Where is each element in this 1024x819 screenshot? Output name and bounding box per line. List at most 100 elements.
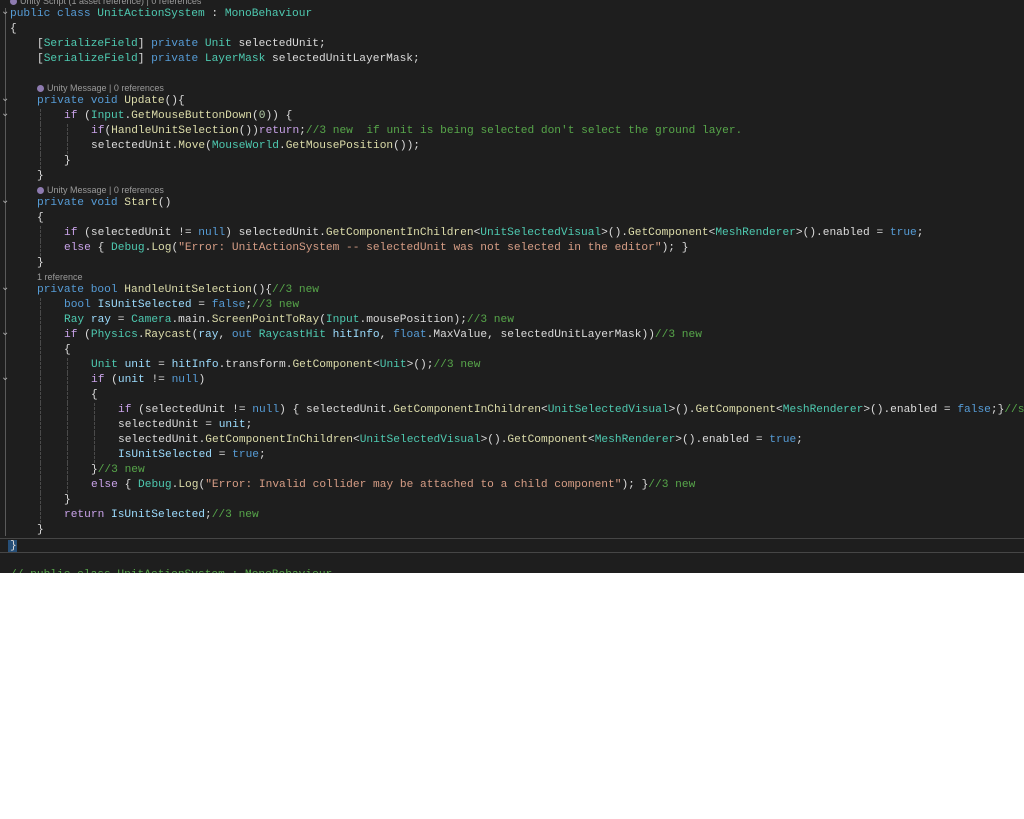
code-token: //3 new if unit is being selected don't … [305, 125, 743, 137]
code-token: >().enabled = [795, 227, 890, 239]
codelens[interactable]: Unity Message | 0 references [0, 82, 1024, 94]
code-text: public class UnitActionSystem : MonoBeha… [10, 7, 312, 22]
current-code-line[interactable]: } [0, 538, 1024, 553]
code-line[interactable] [0, 67, 1024, 82]
code-line[interactable]: { [0, 343, 1024, 358]
code-token: >(); [406, 359, 434, 371]
code-token: selectedUnit. [118, 434, 206, 446]
code-line[interactable]: ⌄ private void Start() [0, 193, 1024, 211]
codelens-label[interactable]: Unity Message | 0 references [47, 185, 164, 195]
code-token: MouseWorld [211, 140, 279, 152]
code-token: ()); [393, 140, 420, 152]
code-token: >(). [668, 404, 696, 416]
code-token: float [393, 329, 427, 341]
code-token: { [90, 242, 112, 254]
code-token: { [91, 389, 98, 401]
code-line[interactable]: }//3 new [0, 463, 1024, 478]
code-line[interactable]: ⌄ if (unit != null) [0, 370, 1024, 388]
code-line[interactable]: if (selectedUnit != null) selectedUnit.G… [0, 226, 1024, 241]
code-text: if(HandleUnitSelection())return;//3 new … [91, 124, 742, 139]
indent-guide [40, 448, 41, 463]
code-line[interactable]: [SerializeField] private Unit selectedUn… [0, 37, 1024, 52]
code-line[interactable]: ⌄ if (Physics.Raycast(ray, out RaycastHit… [0, 325, 1024, 343]
code-token: [ [37, 38, 44, 50]
code-line[interactable]: IsUnitSelected = true; [0, 448, 1024, 463]
code-line[interactable]: { [0, 211, 1024, 226]
codelens-label[interactable]: Unity Message | 0 references [47, 83, 164, 93]
code-token: if [64, 227, 78, 239]
code-line[interactable]: } [0, 256, 1024, 271]
code-token: ; [245, 419, 253, 431]
code-token: Debug [111, 242, 145, 254]
code-line[interactable]: [SerializeField] private LayerMask selec… [0, 52, 1024, 67]
code-text: else { Debug.Log("Error: Invalid collide… [91, 478, 695, 493]
fold-chevron-icon[interactable]: ⌄ [1, 370, 9, 385]
code-text: selectedUnit = unit; [118, 418, 252, 433]
indent-guide [94, 403, 95, 418]
code-token: ray [90, 314, 112, 326]
code-text: private void Start() [37, 196, 171, 211]
code-line[interactable]: bool IsUnitSelected = false;//3 new [0, 298, 1024, 313]
codelens[interactable]: Unity Message | 0 references [0, 184, 1024, 196]
code-line[interactable] [0, 553, 1024, 568]
codelens[interactable]: 1 reference [0, 271, 1024, 283]
code-text: } [37, 169, 44, 184]
fold-chevron-icon[interactable]: ⌄ [1, 280, 9, 295]
indent-guide [40, 109, 41, 124]
code-editor[interactable]: Unity Script (1 asset reference) | 0 ref… [0, 0, 1024, 573]
code-line[interactable]: } [0, 154, 1024, 169]
code-token: : [204, 8, 225, 20]
code-text: } [37, 523, 44, 538]
indent-guide [40, 403, 41, 418]
code-line[interactable]: selectedUnit = unit; [0, 418, 1024, 433]
code-token: SerializeField [43, 53, 138, 65]
fold-chevron-icon[interactable]: ⌄ [1, 106, 9, 121]
codelens-label[interactable]: 1 reference [37, 272, 83, 282]
code-token: "Error: UnitActionSystem -- selectedUnit… [178, 242, 662, 254]
code-line[interactable]: if(HandleUnitSelection())return;//3 new … [0, 124, 1024, 139]
fold-chevron-icon[interactable]: ⌄ [1, 193, 9, 208]
code-token: MeshRenderer [715, 227, 796, 239]
code-text: { [37, 211, 44, 226]
code-line[interactable]: selectedUnit.Move(MouseWorld.GetMousePos… [0, 139, 1024, 154]
code-line[interactable]: ⌄ public class UnitActionSystem : MonoBeh… [0, 4, 1024, 22]
code-token: GetComponent [507, 434, 588, 446]
indent-guide [94, 418, 95, 433]
code-token: GetMouseButtonDown [131, 110, 253, 122]
code-line[interactable]: ⌄ private void Update(){ [0, 91, 1024, 109]
code-line[interactable]: } [0, 169, 1024, 184]
codelens[interactable]: Unity Script (1 asset reference) | 0 ref… [0, 0, 1024, 7]
code-token: selectedUnit. [91, 140, 179, 152]
code-line[interactable]: ⌄ if (Input.GetMouseButtonDown(0)) { [0, 106, 1024, 124]
code-token: } [64, 155, 71, 167]
code-line[interactable]: selectedUnit.GetComponentInChildren<Unit… [0, 433, 1024, 448]
fold-chevron-icon[interactable]: ⌄ [1, 325, 9, 340]
code-line[interactable]: { [0, 22, 1024, 37]
code-line[interactable]: } [0, 523, 1024, 538]
indent-guide [67, 139, 68, 154]
fold-chevron-icon[interactable]: ⌄ [1, 4, 9, 19]
code-token: unit [117, 374, 145, 386]
code-token: class [57, 8, 98, 20]
code-line[interactable]: { [0, 388, 1024, 403]
indent-guide [40, 226, 41, 241]
code-token: GetComponent [695, 404, 777, 416]
code-token: bool [64, 299, 98, 311]
code-line[interactable]: Unit unit = hitInfo.transform.GetCompone… [0, 358, 1024, 373]
code-token: true [889, 227, 917, 239]
code-token: null [171, 374, 199, 386]
fold-chevron-icon[interactable]: ⌄ [1, 91, 9, 106]
code-line[interactable]: return IsUnitSelected;//3 new [0, 508, 1024, 523]
code-line[interactable]: ⌄ private bool HandleUnitSelection(){//3 … [0, 280, 1024, 298]
code-text: if (Physics.Raycast(ray, out RaycastHit … [64, 328, 702, 343]
code-line[interactable]: // public class UnitActionSystem : MonoB… [0, 568, 1024, 573]
code-text: [SerializeField] private LayerMask selec… [37, 52, 420, 67]
code-line[interactable]: else { Debug.Log("Error: UnitActionSyste… [0, 241, 1024, 256]
codelens-label[interactable]: Unity Script (1 asset reference) | 0 ref… [20, 0, 201, 6]
code-token: //3 new [211, 509, 259, 521]
code-line[interactable]: else { Debug.Log("Error: Invalid collide… [0, 478, 1024, 493]
code-line[interactable]: } [0, 493, 1024, 508]
code-line[interactable]: if (selectedUnit != null) { selectedUnit… [0, 403, 1024, 418]
codelens-text: 1 reference [37, 271, 83, 283]
code-line[interactable]: Ray ray = Camera.main.ScreenPointToRay(I… [0, 313, 1024, 328]
